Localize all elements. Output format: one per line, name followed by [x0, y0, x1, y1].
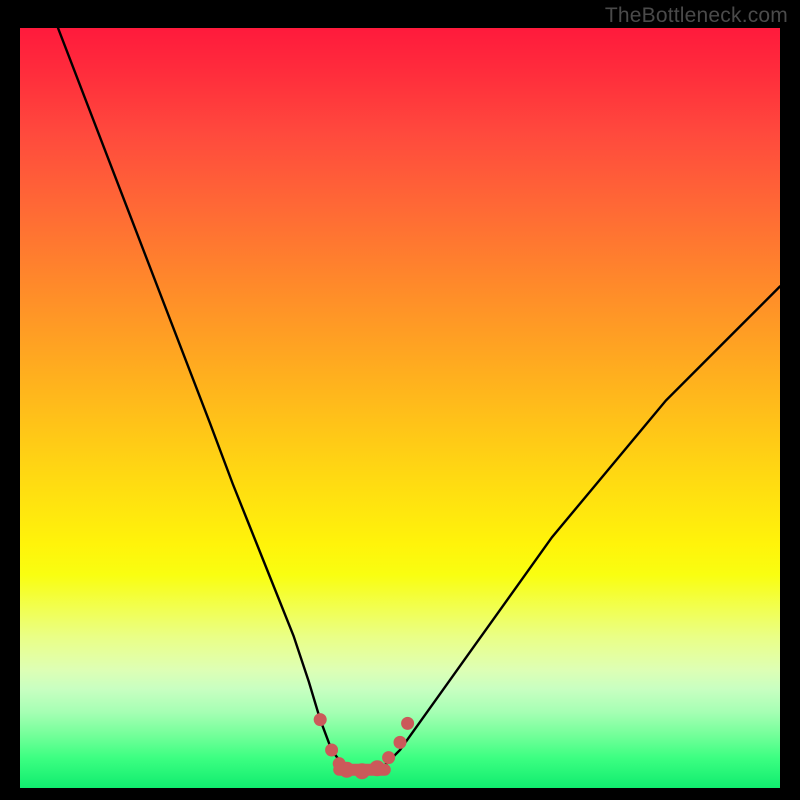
highlight-point — [314, 713, 327, 726]
highlight-markers — [314, 713, 414, 779]
highlight-point — [401, 717, 414, 730]
watermark-text: TheBottleneck.com — [605, 4, 788, 28]
highlight-point — [325, 744, 338, 757]
highlight-point — [394, 736, 407, 749]
curve-overlay — [20, 28, 780, 788]
highlight-point — [369, 760, 385, 776]
highlight-point — [354, 763, 370, 779]
highlight-point — [382, 751, 395, 764]
chart-container: TheBottleneck.com — [0, 0, 800, 800]
plot-inner — [20, 28, 780, 788]
highlight-point — [339, 762, 355, 778]
plot-area — [20, 28, 780, 788]
bottleneck-curve — [58, 28, 780, 771]
